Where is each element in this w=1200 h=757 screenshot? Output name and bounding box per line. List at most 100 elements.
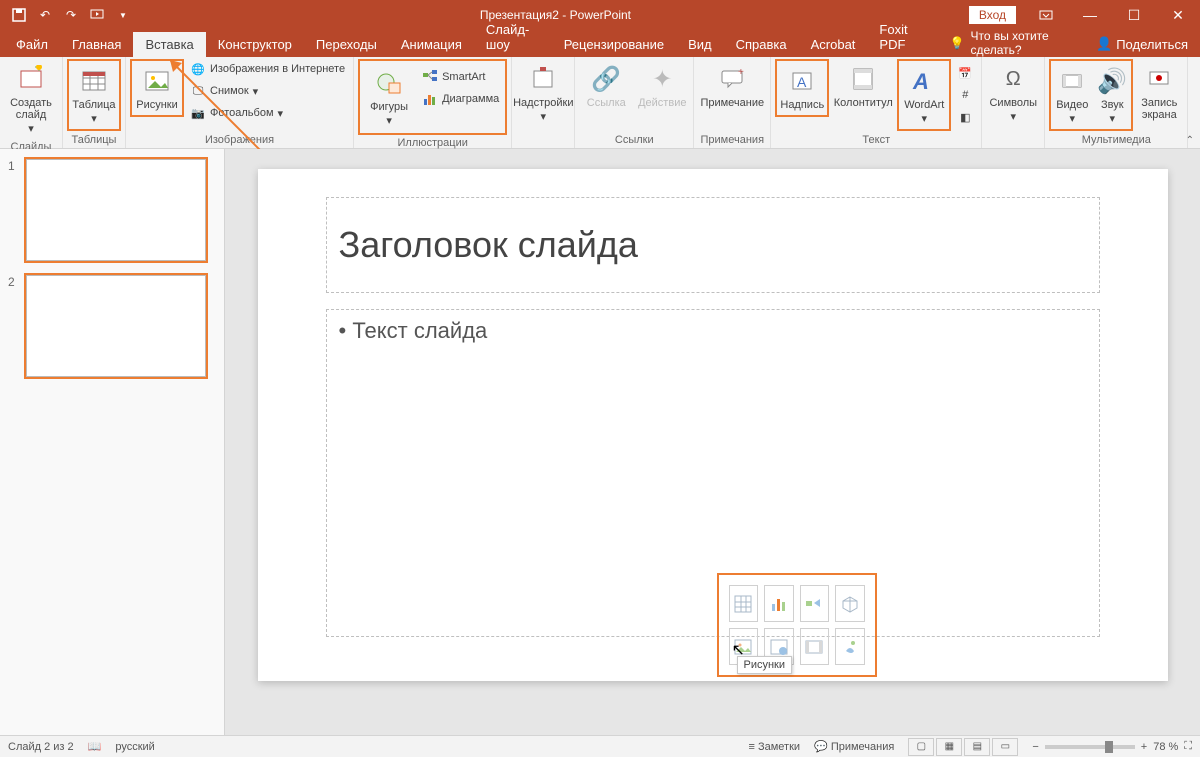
headerfooter-button[interactable]: Колонтитул	[831, 59, 895, 113]
maximize-icon[interactable]: ☐	[1112, 0, 1156, 30]
slide-counter[interactable]: Слайд 2 из 2	[8, 741, 74, 753]
undo-icon[interactable]: ↶	[34, 4, 56, 26]
date-icon: 📅	[957, 65, 973, 81]
tab-design[interactable]: Конструктор	[206, 32, 304, 57]
group-label-comments: Примечания	[698, 132, 766, 148]
video-button[interactable]: Видео ▾	[1051, 61, 1093, 129]
insert-smartart-icon[interactable]	[800, 585, 830, 622]
zoom-out-icon[interactable]: −	[1032, 741, 1038, 753]
zoom-slider[interactable]	[1045, 745, 1135, 749]
content-placeholder[interactable]: • Текст слайда ↖ Рисунки	[326, 309, 1100, 637]
quick-access-toolbar: ↶ ↷ ▼	[0, 4, 142, 26]
title-bar: ↶ ↷ ▼ Презентация2 - PowerPoint Вход — ☐…	[0, 0, 1200, 30]
table-icon	[78, 65, 110, 97]
zoom-level[interactable]: 78 %	[1153, 741, 1178, 753]
symbols-button[interactable]: Ω Символы ▾	[986, 59, 1040, 127]
ribbon-options-icon[interactable]	[1024, 0, 1068, 30]
close-icon[interactable]: ✕	[1156, 0, 1200, 30]
action-icon: ✦	[646, 63, 678, 95]
tab-foxit[interactable]: Foxit PDF	[867, 17, 937, 57]
tab-insert[interactable]: Вставка	[133, 32, 205, 57]
redo-icon[interactable]: ↷	[60, 4, 82, 26]
number-icon: #	[957, 87, 973, 103]
thumbnail-2[interactable]: 2	[8, 275, 216, 377]
insert-chart-icon[interactable]	[764, 585, 794, 622]
tab-animation[interactable]: Анимация	[389, 32, 474, 57]
sign-in-button[interactable]: Вход	[969, 6, 1016, 24]
qat-customize-icon[interactable]: ▼	[112, 4, 134, 26]
shapes-icon	[373, 67, 405, 99]
chart-icon	[422, 91, 438, 107]
new-slide-icon	[15, 63, 47, 95]
insert-3dmodel-icon[interactable]	[835, 585, 865, 622]
share-button[interactable]: 👤 Поделиться	[1084, 31, 1200, 57]
table-button[interactable]: Таблица ▾	[67, 59, 121, 131]
online-pictures-button[interactable]: 🌐Изображения в Интернете	[186, 59, 349, 79]
body-text: • Текст слайда	[339, 318, 1087, 344]
notes-button[interactable]: ≡ Заметки	[749, 741, 801, 753]
minimize-icon[interactable]: —	[1068, 0, 1112, 30]
thumbnail-1[interactable]: 1	[8, 159, 216, 261]
language-label[interactable]: русский	[115, 741, 154, 753]
group-label-text: Текст	[775, 132, 977, 148]
textbox-icon: A	[786, 65, 818, 97]
start-slideshow-icon[interactable]	[86, 4, 108, 26]
zoom-in-icon[interactable]: +	[1141, 741, 1147, 753]
comment-button[interactable]: + Примечание	[698, 59, 766, 113]
group-text: A Надпись Колонтитул A WordArt ▾ 📅 # ◧ Т…	[771, 57, 982, 148]
tab-acrobat[interactable]: Acrobat	[799, 32, 868, 57]
slideshow-view-icon[interactable]: ▭	[992, 738, 1018, 756]
insert-video-icon[interactable]	[800, 628, 830, 665]
spellcheck-icon[interactable]: 📖	[88, 740, 102, 753]
photo-album-icon: 📷	[190, 105, 206, 121]
wordart-button[interactable]: A WordArt ▾	[897, 59, 951, 131]
chart-button[interactable]: Диаграмма	[418, 89, 503, 109]
tab-transitions[interactable]: Переходы	[304, 32, 389, 57]
sorter-view-icon[interactable]: ▦	[936, 738, 962, 756]
tab-slideshow[interactable]: Слайд-шоу	[474, 17, 552, 57]
audio-button[interactable]: 🔊 Звук ▾	[1093, 61, 1131, 129]
tab-home[interactable]: Главная	[60, 32, 133, 57]
ribbon: Создать слайд ▾ Слайды Таблица ▾ Таблицы…	[0, 57, 1200, 149]
smartart-button[interactable]: SmartArt	[418, 67, 503, 87]
fit-to-window-icon[interactable]: ⛶	[1184, 740, 1192, 753]
date-time-button[interactable]: 📅	[953, 63, 977, 83]
insert-icon-icon[interactable]	[835, 628, 865, 665]
new-slide-button[interactable]: Создать слайд ▾	[4, 59, 58, 139]
tab-file[interactable]: Файл	[4, 32, 60, 57]
tell-me-box[interactable]: 💡 Что вы хотите сделать?	[938, 29, 1085, 57]
shapes-button[interactable]: Фигуры ▾	[362, 63, 416, 131]
slide-number-button[interactable]: #	[953, 85, 977, 105]
screenshot-button[interactable]: 🖵Снимок ▾	[186, 81, 349, 101]
tooltip: Рисунки	[737, 656, 793, 674]
title-text: Заголовок слайда	[339, 224, 638, 266]
online-pictures-icon: 🌐	[190, 61, 206, 77]
title-placeholder[interactable]: Заголовок слайда	[326, 197, 1100, 293]
slide-canvas[interactable]: Заголовок слайда • Текст слайда ↖ Рисунк…	[258, 169, 1168, 681]
screenrec-icon	[1143, 63, 1175, 95]
reading-view-icon[interactable]: ▤	[964, 738, 990, 756]
group-addins: Надстройки ▾	[512, 57, 575, 148]
group-label-media: Мультимедиа	[1049, 132, 1183, 148]
group-label-addins	[516, 132, 570, 148]
screen-recording-button[interactable]: Запись экрана	[1135, 59, 1183, 125]
comments-button[interactable]: 💬 Примечания	[814, 740, 894, 753]
photo-album-button[interactable]: 📷Фотоальбом ▾	[186, 103, 349, 123]
tab-review[interactable]: Рецензирование	[552, 32, 676, 57]
addins-button[interactable]: Надстройки ▾	[516, 59, 570, 127]
headerfooter-icon	[847, 63, 879, 95]
link-icon: 🔗	[590, 63, 622, 95]
action-button: ✦ Действие	[635, 59, 689, 113]
collapse-ribbon-icon[interactable]: ⌃	[1186, 135, 1194, 146]
tab-help[interactable]: Справка	[724, 32, 799, 57]
group-symbols: Ω Символы ▾	[982, 57, 1045, 148]
insert-table-icon[interactable]	[729, 585, 759, 622]
view-buttons: ▢ ▦ ▤ ▭	[908, 738, 1018, 756]
pictures-button[interactable]: Рисунки	[130, 59, 184, 117]
save-icon[interactable]	[8, 4, 30, 26]
textbox-button[interactable]: A Надпись	[775, 59, 829, 117]
smartart-icon	[422, 69, 438, 85]
normal-view-icon[interactable]: ▢	[908, 738, 934, 756]
tab-view[interactable]: Вид	[676, 32, 724, 57]
object-button[interactable]: ◧	[953, 107, 977, 127]
